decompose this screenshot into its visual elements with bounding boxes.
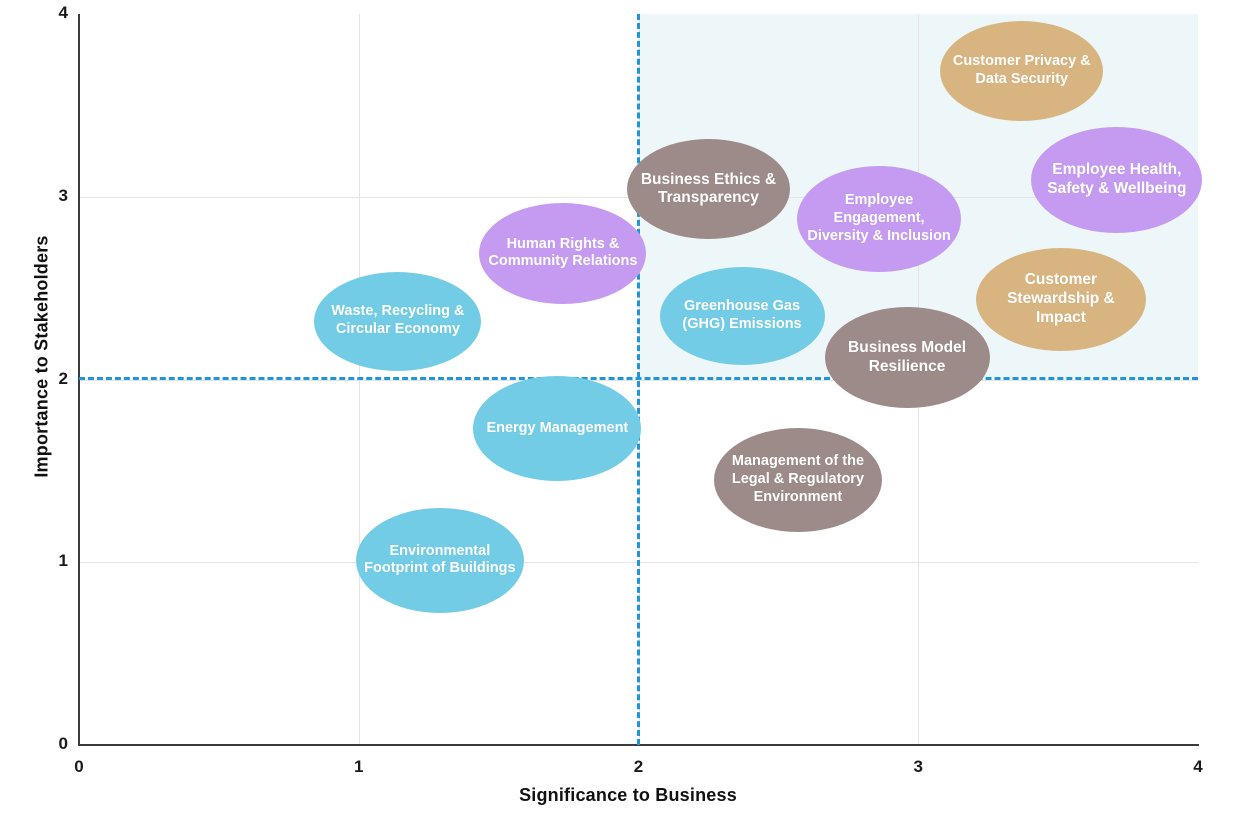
x-tick-label-0: 0 — [74, 757, 84, 776]
x-tick-label-2: 2 — [633, 757, 644, 776]
threshold-line-horizontal — [79, 377, 1198, 380]
bubble-human-rights-community-relations[interactable]: Human Rights & Community Relations — [479, 202, 647, 304]
bubble-label: Employee Engagement, Diversity & Inclusi… — [807, 192, 951, 244]
bubble-label: Business Model Resilience — [848, 338, 967, 375]
x-axis-title: Significance to Business — [519, 785, 737, 805]
bubble-label: Customer Stewardship & Impact — [1007, 270, 1115, 326]
bubble-business-model-resilience[interactable]: Business Model Resilience — [824, 307, 990, 409]
bubble-label: Greenhouse Gas (GHG) Emissions — [682, 297, 802, 332]
bubble-management-of-the-legal-regulatory-environment[interactable]: Management of the Legal & Regulatory Env… — [713, 428, 882, 532]
y-tick-label-1: 1 — [58, 551, 68, 571]
bubble-label: Environmental Footprint of Buildings — [364, 542, 516, 577]
y-tick-label-0: 0 — [58, 734, 68, 753]
bubble-customer-stewardship-impact[interactable]: Customer Stewardship & Impact — [975, 247, 1146, 351]
bubble-environmental-footprint-of-buildings[interactable]: Environmental Footprint of Buildings — [355, 507, 524, 613]
bubble-waste-recycling-circular-economy[interactable]: Waste, Recycling & Circular Economy — [314, 271, 482, 371]
bubble-business-ethics-transparency[interactable]: Business Ethics & Transparency — [626, 139, 790, 240]
bubble-label: Customer Privacy & Data Security — [952, 52, 1091, 87]
bubble-energy-management[interactable]: Energy Management — [473, 376, 642, 482]
bubble-greenhouse-gas-ghg-emissions[interactable]: Greenhouse Gas (GHG) Emissions — [659, 266, 825, 365]
bubble-label: Employee Health, Safety & Wellbeing — [1047, 161, 1187, 198]
x-tick-label-4: 4 — [1193, 757, 1203, 776]
bubble-label: Human Rights & Community Relations — [488, 235, 638, 270]
bubble-employee-engagement-diversity-inclusion[interactable]: Employee Engagement, Diversity & Inclusi… — [797, 165, 962, 272]
x-tick-label-1: 1 — [354, 757, 364, 776]
bubble-label: Business Ethics & Transparency — [640, 170, 777, 207]
y-tick-label-4: 4 — [58, 3, 68, 22]
bubble-employee-health-safety-wellbeing[interactable]: Employee Health, Safety & Wellbeing — [1031, 127, 1203, 234]
y-axis-line — [78, 14, 80, 746]
bubble-label: Energy Management — [486, 419, 629, 436]
bubble-label: Management of the Legal & Regulatory Env… — [731, 453, 865, 505]
bubble-customer-privacy-data-security[interactable]: Customer Privacy & Data Security — [940, 20, 1104, 121]
bubble-label: Waste, Recycling & Circular Economy — [331, 303, 465, 338]
x-tick-label-3: 3 — [913, 757, 923, 776]
materiality-matrix-chart: 01234 01234 Waste, Recycling & Circular … — [0, 0, 1256, 824]
y-axis-title: Importance to Stakeholders — [31, 235, 52, 478]
